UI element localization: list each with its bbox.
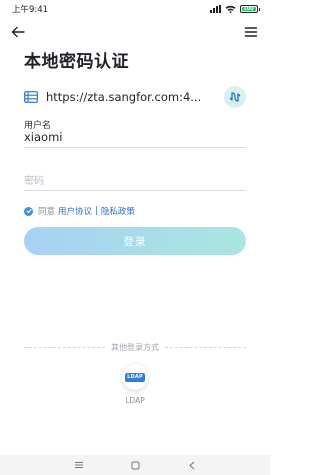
ldap-icon: LDAP bbox=[125, 372, 145, 382]
system-nav-bar bbox=[0, 455, 270, 475]
status-bar: 上午9:41 100 bbox=[0, 0, 270, 18]
ldap-login-button[interactable]: LDAP bbox=[122, 364, 148, 390]
password-underline bbox=[24, 190, 246, 191]
divider-line-right bbox=[165, 346, 246, 348]
other-login-divider: 其他登录方式 bbox=[24, 341, 246, 353]
top-nav bbox=[0, 22, 270, 42]
agreement-checkbox[interactable] bbox=[24, 206, 33, 216]
arrow-left-icon[interactable] bbox=[10, 24, 26, 40]
home-icon[interactable] bbox=[131, 461, 140, 470]
divider-line-left bbox=[24, 346, 105, 348]
switch-server-button[interactable] bbox=[224, 86, 246, 108]
agreement-separator: | bbox=[95, 206, 98, 216]
wifi-icon bbox=[225, 5, 235, 13]
back-nav-icon[interactable] bbox=[188, 461, 196, 470]
other-login-text: 其他登录方式 bbox=[111, 342, 159, 352]
battery-level: 100 bbox=[243, 6, 254, 12]
username-underline bbox=[24, 147, 246, 148]
username-field[interactable]: xiaomi bbox=[24, 130, 62, 144]
agreement-row: 同意 用户协议 | 隐私政策 bbox=[24, 205, 135, 217]
recent-apps-icon[interactable] bbox=[74, 461, 84, 469]
menu-icon[interactable] bbox=[244, 25, 258, 39]
status-time: 上午9:41 bbox=[12, 5, 49, 15]
page-title: 本地密码认证 bbox=[24, 52, 129, 72]
server-url-row: https://zta.sangfor.com:4... bbox=[24, 86, 246, 108]
check-icon bbox=[25, 209, 32, 214]
agreement-prefix: 同意 bbox=[38, 207, 56, 217]
password-field[interactable] bbox=[24, 173, 246, 189]
status-icons: 100 bbox=[209, 5, 260, 13]
battery-cap bbox=[258, 7, 260, 11]
privacy-policy-link[interactable]: 隐私政策 bbox=[101, 205, 135, 217]
switch-server-icon bbox=[229, 92, 241, 102]
login-button[interactable]: 登录 bbox=[24, 227, 246, 255]
battery-icon: 100 bbox=[239, 5, 258, 13]
ldap-label: LDAP bbox=[125, 396, 145, 405]
server-url: https://zta.sangfor.com:4... bbox=[46, 90, 202, 104]
signal-icon bbox=[209, 5, 221, 13]
user-agreement-link[interactable]: 用户协议 bbox=[58, 205, 92, 217]
server-icon bbox=[24, 91, 38, 103]
